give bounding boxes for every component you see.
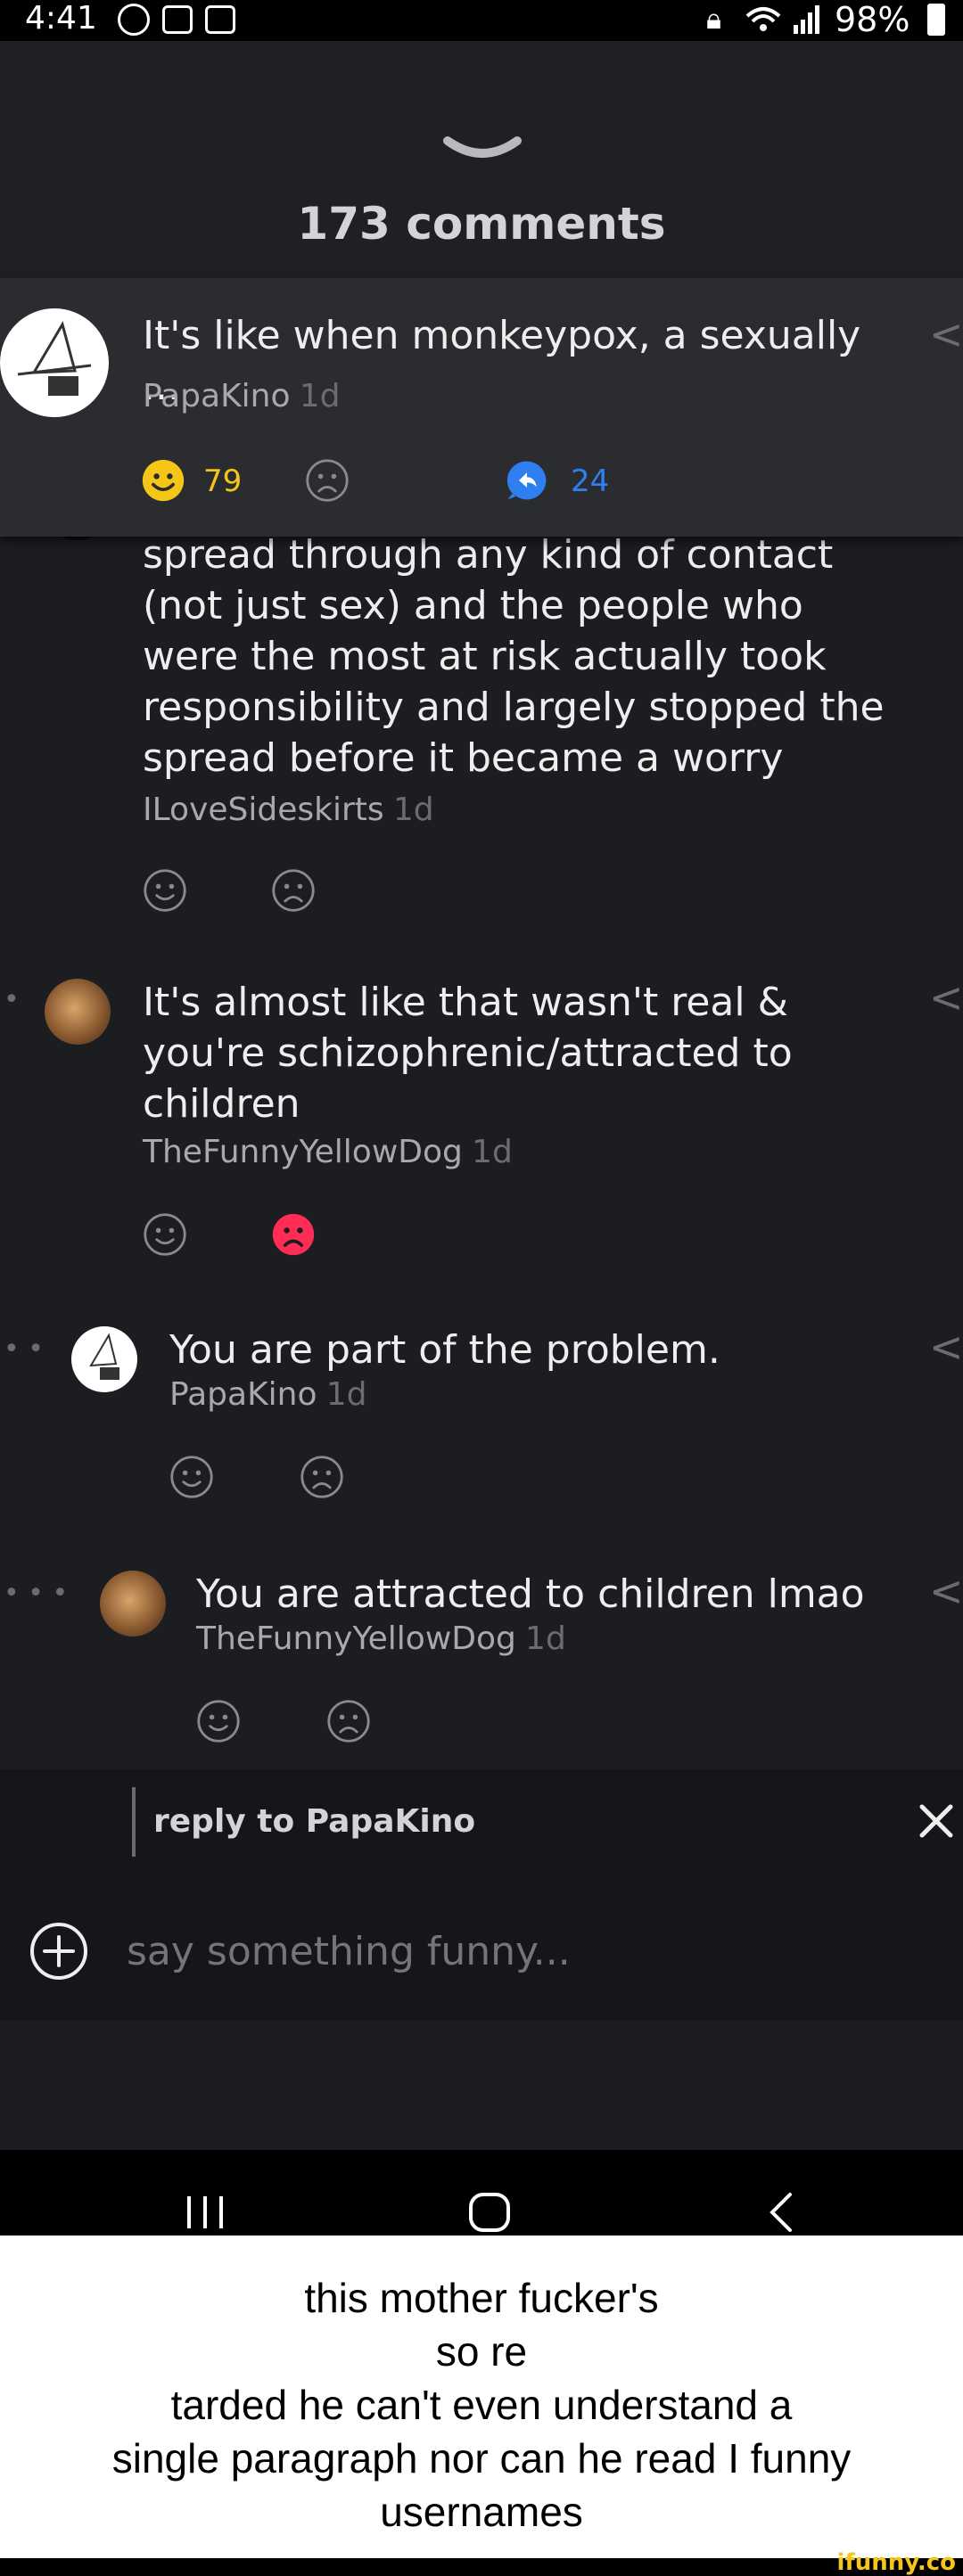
username[interactable]: ILoveSideskirts [143, 792, 384, 828]
comment-meta: PapaKino 1d [169, 1376, 366, 1413]
smile-upvote-icon[interactable] [143, 1212, 187, 1257]
wizard-avatar-icon [17, 321, 92, 396]
comment-item: • • • You are attracted to children lmao… [0, 1565, 963, 1770]
avatar[interactable] [71, 1326, 137, 1392]
thread-depth-indicator: • • • [4, 1578, 69, 1609]
add-attachment-icon[interactable] [29, 1921, 89, 1981]
smile-upvote-icon[interactable] [141, 458, 185, 503]
dog-avatar[interactable] [100, 1571, 166, 1637]
comment-meta: ILoveSideskirts 1d [143, 792, 434, 828]
caption-line: single paragraph nor can he read I funny [111, 2435, 852, 2482]
frown-downvote-icon-active[interactable] [271, 1212, 316, 1257]
comment-item: • It's almost like that wasn't real & yo… [0, 972, 963, 1275]
reply-composer: reply to PapaKino [0, 1769, 963, 2021]
emoji-notification-icon [118, 4, 150, 36]
username[interactable]: PapaKino [169, 1376, 317, 1413]
comment-meta: TheFunnyYellowDog 1d [143, 1134, 513, 1170]
frown-downvote-icon[interactable] [300, 1455, 344, 1499]
username[interactable]: TheFunnyYellowDog [196, 1620, 516, 1657]
battery-percent: 98% [835, 0, 910, 39]
comment-item: • • You are part of the problem. PapaKin… [0, 1321, 963, 1526]
ifunny-watermark: ifunny.co [836, 2549, 956, 2576]
comment-age: 1d [299, 378, 341, 414]
frown-downvote-icon[interactable] [326, 1699, 371, 1743]
comment-text-line: (not just sex) and the people who [143, 583, 803, 628]
caption-line: tarded he can't even understand a [170, 2382, 793, 2428]
comment-text-line: You are part of the problem. [169, 1327, 720, 1373]
comments-header: 173 comments [0, 41, 963, 278]
like-count: 79 [203, 464, 243, 499]
frown-downvote-icon[interactable] [305, 458, 350, 503]
smile-upvote-icon[interactable] [196, 1699, 241, 1743]
recent-apps-icon[interactable] [184, 2193, 226, 2232]
status-time: 4:41 [25, 0, 97, 37]
comment-age: 1d [472, 1134, 513, 1170]
pinned-parent-comment[interactable]: It's like when monkeypox, a sexually ...… [0, 278, 963, 537]
caption-line: this mother fucker's [304, 2275, 659, 2321]
comment-text: You are part of the problem. [169, 1325, 918, 1375]
gallery-notification-icon [162, 5, 193, 34]
watermark-bar: ifunny.co [0, 2549, 963, 2576]
close-icon[interactable] [918, 1803, 954, 1839]
lock-icon: 🔒︎ [706, 2, 722, 36]
comment-age: 1d [525, 1620, 566, 1657]
comment-text-line: were the most at risk actually took [143, 634, 827, 679]
username[interactable]: TheFunnyYellowDog [143, 1134, 463, 1170]
battery-icon [927, 4, 945, 36]
comment-text-line: spread through any kind of contact [143, 532, 834, 578]
comment-age: 1d [392, 792, 434, 828]
comment-text: It's almost like that wasn't real & you'… [143, 977, 910, 1129]
collapse-chevron-icon[interactable] [442, 135, 523, 162]
smile-upvote-icon[interactable] [143, 868, 187, 913]
comment-meta: PapaKino 1d [143, 378, 340, 414]
comment-text-line: responsibility and largely stopped the [143, 685, 885, 730]
comment-item: spread through any kind of contact (not … [0, 521, 963, 913]
wizard-avatar-icon [89, 1333, 119, 1380]
voicemail-notification-icon [205, 5, 235, 34]
comment-text: You are attracted to children lmao [196, 1569, 918, 1620]
share-icon[interactable]: < [929, 1323, 963, 1371]
share-icon[interactable]: < [929, 1567, 963, 1615]
home-icon[interactable] [467, 2193, 512, 2232]
share-icon[interactable]: < [929, 310, 963, 358]
comment-text-line: you're schizophrenic/attracted to [143, 1030, 793, 1076]
comment-text: spread through any kind of contact (not … [143, 529, 927, 783]
comment-meta: TheFunnyYellowDog 1d [196, 1620, 566, 1657]
caption-line: so re [435, 2328, 528, 2375]
app-screen: 4:41 🔒︎ 98% 173 comments It's like when … [0, 0, 963, 2236]
thread-depth-indicator: • • [4, 1333, 44, 1365]
meme-caption: this mother fucker's so re tarded he can… [0, 2236, 963, 2558]
avatar[interactable] [0, 308, 109, 417]
smile-upvote-icon[interactable] [169, 1455, 214, 1499]
comment-input[interactable] [125, 1919, 913, 1983]
reply-to-label: reply to PapaKino [153, 1803, 476, 1840]
comment-text-line: children [143, 1081, 300, 1127]
frown-downvote-icon[interactable] [271, 868, 316, 913]
thread-depth-indicator: • [4, 984, 20, 1015]
dog-avatar[interactable] [45, 979, 111, 1045]
comment-age: 1d [325, 1376, 367, 1413]
status-bar: 4:41 🔒︎ 98% [0, 0, 963, 41]
comments-count-title: 173 comments [297, 198, 666, 250]
username[interactable]: PapaKino [143, 378, 291, 414]
reply-indicator-line [132, 1787, 136, 1857]
comment-text-line: spread before it became a worry [143, 735, 784, 781]
caption-line: usernames [380, 2489, 583, 2535]
comment-text-line: You are attracted to children lmao [196, 1571, 865, 1617]
system-nav-bar [0, 2150, 963, 2236]
comment-text-line: It's almost like that wasn't real & [143, 980, 788, 1025]
share-icon[interactable]: < [929, 973, 963, 1021]
wifi-signal-icon [745, 5, 819, 34]
back-icon[interactable] [763, 2191, 799, 2234]
reply-bubble-icon[interactable] [505, 458, 549, 503]
reply-count: 24 [571, 464, 610, 499]
